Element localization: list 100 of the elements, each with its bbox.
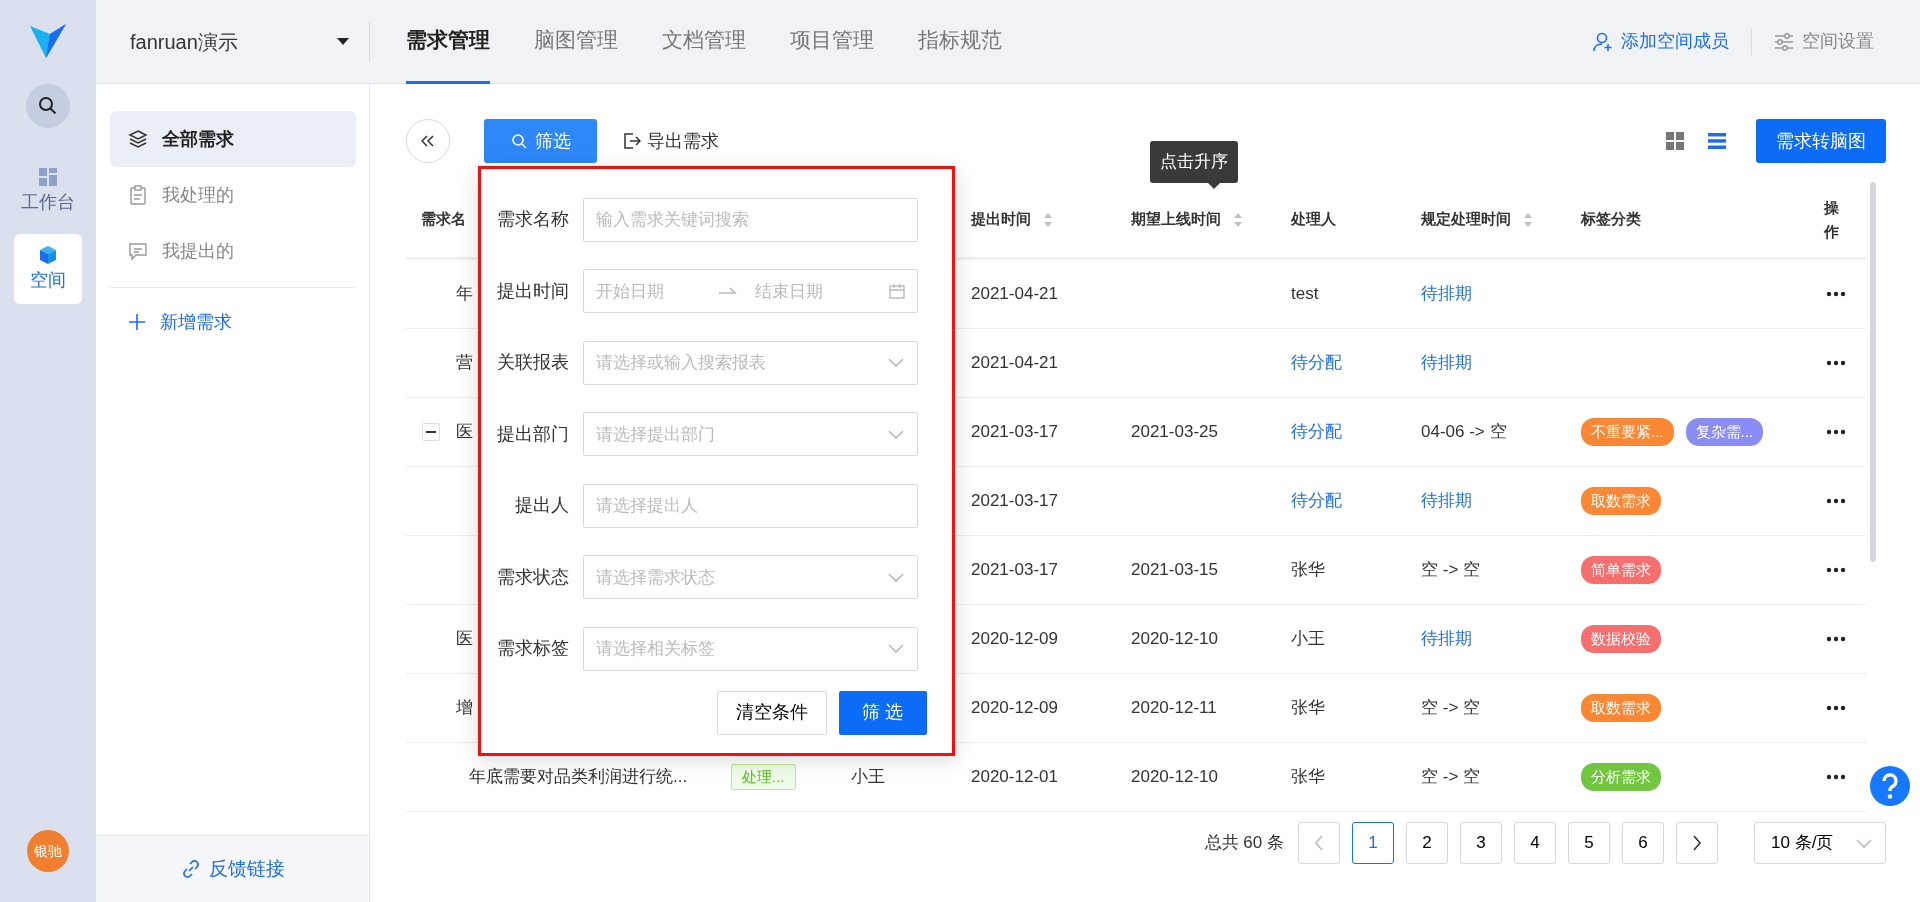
filter-submit-button[interactable]: 筛 选	[839, 690, 927, 735]
table-cell-text: 医	[456, 628, 473, 651]
tag: 数据校验	[1581, 624, 1661, 654]
add-user-icon	[1593, 31, 1613, 52]
table-link[interactable]: 待排期	[1421, 626, 1472, 652]
table-cell-text: 年	[456, 283, 473, 306]
field-label: 需求名称	[496, 208, 570, 232]
page-button[interactable]: 6	[1622, 822, 1664, 864]
page-button[interactable]: 2	[1406, 822, 1448, 864]
collapse-button[interactable]	[406, 119, 450, 163]
scrollbar[interactable]	[1870, 182, 1876, 562]
plus-icon	[128, 313, 146, 331]
page-button[interactable]: 3	[1460, 822, 1502, 864]
column-header: 规定处理时间	[1421, 209, 1511, 230]
table-link[interactable]: 待分配	[1291, 419, 1342, 445]
table-cell-text: 空 -> 空	[1421, 697, 1481, 720]
chevron-down-icon	[887, 357, 905, 369]
more-icon[interactable]	[1826, 429, 1846, 435]
table-cell-text: test	[1291, 283, 1319, 306]
feedback-link[interactable]: 反馈链接	[180, 854, 285, 884]
table-cell-text: 2020-12-09	[971, 697, 1058, 720]
link-icon	[180, 859, 201, 879]
page-button[interactable]: 5	[1568, 822, 1610, 864]
search-icon	[38, 96, 58, 116]
convert-mindmap-button[interactable]: 需求转脑图	[1756, 119, 1886, 163]
grid-icon	[38, 166, 58, 187]
clear-button[interactable]: 清空条件	[717, 690, 827, 735]
cube-icon	[38, 244, 58, 265]
tooltip-arrow	[1208, 183, 1220, 189]
table-cell-text: 2020-12-10	[1131, 766, 1218, 789]
table-link[interactable]: 待排期	[1421, 281, 1472, 307]
sidebar-item[interactable]: 我提出的	[110, 223, 356, 279]
table-cell-text: 2021-03-25	[1131, 421, 1218, 444]
comment-icon	[128, 241, 148, 261]
field-label: 提出时间	[496, 279, 570, 303]
column-header: 需求名	[421, 209, 466, 230]
sidebar-item[interactable]: 我处理的	[110, 167, 356, 223]
column-header: 标签分类	[1581, 209, 1641, 230]
rail-tab[interactable]: 空间	[14, 234, 82, 304]
more-icon[interactable]	[1826, 498, 1846, 504]
help-icon[interactable]	[1870, 766, 1910, 806]
tag: 简单需求	[1581, 555, 1661, 585]
user-avatar[interactable]: 银驰	[27, 830, 69, 872]
table-cell-text: 张华	[1291, 559, 1325, 582]
table-link[interactable]: 待分配	[1291, 350, 1342, 376]
tag: 不重要紧...	[1581, 417, 1674, 447]
column-header: 处理人	[1291, 209, 1336, 230]
calendar-icon	[889, 283, 905, 300]
grid-view-icon[interactable]	[1666, 132, 1684, 150]
filter-button[interactable]: 筛选	[484, 119, 597, 163]
export-button[interactable]: 导出需求	[617, 126, 725, 156]
table-link[interactable]: 待分配	[1291, 488, 1342, 514]
search-button[interactable]	[26, 84, 70, 128]
nav-tab[interactable]: 脑图管理	[534, 0, 618, 84]
clipboard-icon	[128, 185, 148, 205]
input-field[interactable]: 输入需求关键词搜索	[583, 197, 918, 242]
table-cell-text: 2020-12-10	[1131, 628, 1218, 651]
input-field[interactable]: 请选择提出人	[583, 483, 918, 528]
rail-tab[interactable]: 工作台	[14, 156, 82, 226]
page-button[interactable]: 4	[1514, 822, 1556, 864]
field-label: 需求标签	[496, 637, 570, 661]
table-cell-text: 医	[456, 421, 473, 444]
tag: 取数需求	[1581, 693, 1661, 723]
chevron-down-icon	[887, 643, 905, 655]
status-tag: 处理...	[731, 763, 796, 791]
more-icon[interactable]	[1826, 567, 1846, 573]
nav-tab[interactable]: 文档管理	[662, 0, 746, 84]
table-cell-text: 2020-12-09	[971, 628, 1058, 651]
more-icon[interactable]	[1826, 360, 1846, 366]
column-header: 操作	[1824, 197, 1839, 242]
chevron-down-icon	[887, 571, 905, 583]
table-cell-text: 空 -> 空	[1421, 559, 1481, 582]
page-size-select[interactable]: 10 条/页	[1754, 822, 1886, 864]
field-label: 需求状态	[496, 565, 570, 589]
table-cell-text: 2021-03-17	[971, 559, 1058, 582]
list-view-icon[interactable]	[1708, 132, 1726, 150]
sidebar-item[interactable]: 全部需求	[110, 111, 356, 167]
table-cell-text: 年底需要对品类利润进行统...	[469, 766, 688, 789]
settings-button[interactable]: 空间设置	[1751, 28, 1896, 55]
caret-down-icon	[337, 37, 349, 46]
collapse-toggle[interactable]	[422, 423, 440, 441]
nav-tab[interactable]: 指标规范	[918, 0, 1002, 84]
space-selector[interactable]: fanruan演示	[96, 21, 370, 62]
more-icon[interactable]	[1826, 774, 1846, 780]
more-icon[interactable]	[1826, 291, 1846, 297]
more-icon[interactable]	[1826, 636, 1846, 642]
table-link[interactable]: 待排期	[1421, 350, 1472, 376]
add-requirement-link[interactable]: 新增需求	[110, 294, 356, 350]
chevron-left-icon	[1314, 835, 1324, 851]
tag: 分析需求	[1581, 762, 1661, 792]
page-button[interactable]: 1	[1352, 822, 1394, 864]
more-icon[interactable]	[1826, 705, 1846, 711]
tag: 取数需求	[1581, 486, 1661, 516]
table-link[interactable]: 待排期	[1421, 488, 1472, 514]
nav-tab[interactable]: 需求管理	[406, 0, 490, 84]
nav-tab[interactable]: 项目管理	[790, 0, 874, 84]
tag: 复杂需...	[1685, 417, 1764, 447]
add-member-link[interactable]: 添加空间成员	[1571, 28, 1751, 55]
table-cell-text: 增	[456, 697, 473, 720]
sliders-icon	[1774, 31, 1794, 52]
